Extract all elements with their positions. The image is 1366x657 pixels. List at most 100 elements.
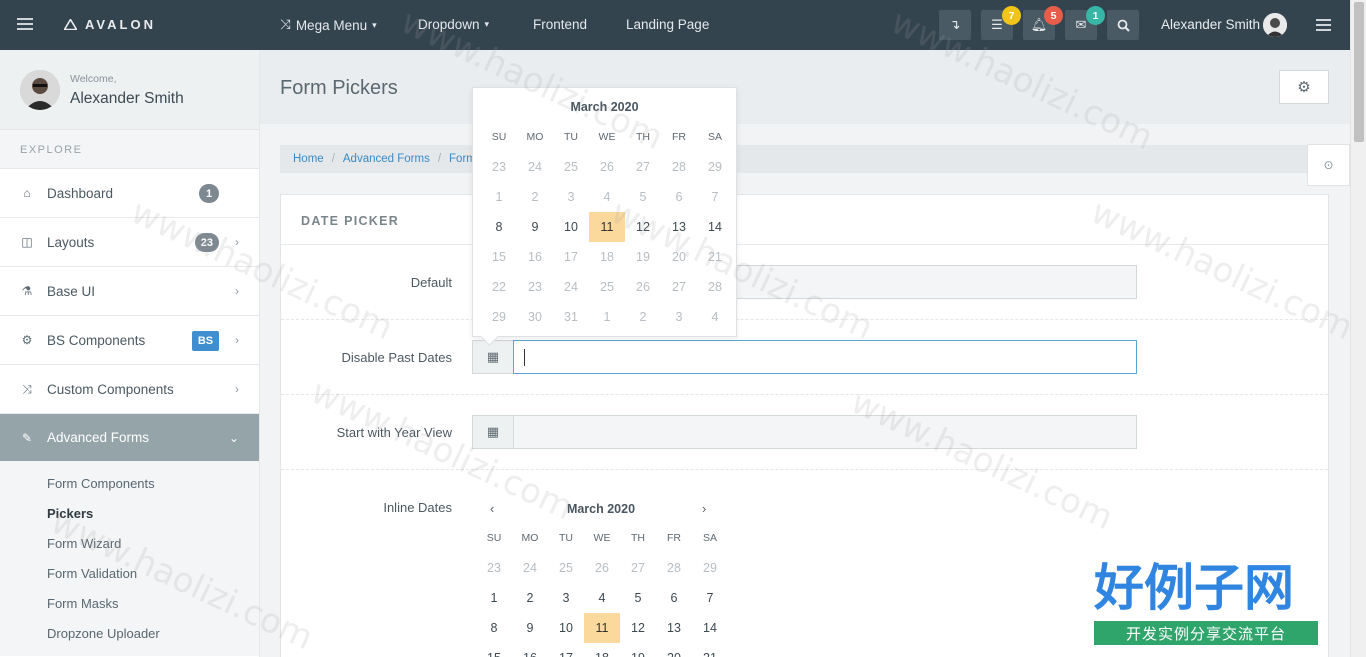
calendar-addon[interactable]: ▦ xyxy=(472,415,513,449)
calendar-day[interactable]: 23 xyxy=(476,553,512,583)
profile-avatar[interactable] xyxy=(20,70,60,110)
calendar-day[interactable]: 2 xyxy=(625,302,661,332)
nav-frontend[interactable]: Frontend xyxy=(533,17,587,32)
calendar-day[interactable]: 22 xyxy=(481,272,517,302)
user-avatar[interactable] xyxy=(1263,13,1287,37)
calendar-day[interactable]: 6 xyxy=(661,182,697,212)
calendar-day[interactable]: 9 xyxy=(512,613,548,643)
sidebar-toggle-icon[interactable] xyxy=(17,18,33,32)
calendar-day[interactable]: 27 xyxy=(661,272,697,302)
user-menu-name[interactable]: Alexander Smith xyxy=(1161,17,1260,32)
calendar-day[interactable]: 14 xyxy=(697,212,733,242)
calendar-day[interactable]: 21 xyxy=(692,643,728,657)
settings-panel-tab[interactable]: ⊙ xyxy=(1307,144,1350,186)
calendar-day[interactable]: 27 xyxy=(625,152,661,182)
submenu-item-dropzone-uploader[interactable]: Dropzone Uploader xyxy=(0,627,259,657)
calendar-day[interactable]: 26 xyxy=(589,152,625,182)
breadcrumb-home[interactable]: Home xyxy=(293,153,324,165)
scrollbar-thumb[interactable] xyxy=(1354,2,1364,142)
calendar-day[interactable]: 29 xyxy=(697,152,733,182)
submenu-item-form-components[interactable]: Form Components xyxy=(0,477,259,507)
calendar-day[interactable]: 13 xyxy=(656,613,692,643)
nav-mega-menu[interactable]: ⤨ Mega Menu ▾ xyxy=(280,17,377,33)
calendar-day[interactable]: 25 xyxy=(589,272,625,302)
submenu-item-form-wizard[interactable]: Form Wizard xyxy=(0,537,259,567)
calendar-day[interactable]: 28 xyxy=(661,152,697,182)
calendar-day[interactable]: 1 xyxy=(481,182,517,212)
brand-logo[interactable]: AVALON xyxy=(64,17,156,32)
calendar-day[interactable]: 26 xyxy=(584,553,620,583)
calendar-day[interactable]: 20 xyxy=(656,643,692,657)
calendar-day[interactable]: 29 xyxy=(481,302,517,332)
calendar-day[interactable]: 16 xyxy=(517,242,553,272)
nav-landing-page[interactable]: Landing Page xyxy=(626,17,709,32)
notifications-button[interactable]: 🔔︎ 5 xyxy=(1023,6,1063,40)
calendar-day[interactable]: 2 xyxy=(517,182,553,212)
sidebar-item-advanced-forms[interactable]: ✎ Advanced Forms ⌄ xyxy=(0,413,259,461)
datepicker-month-title[interactable]: March 2020 xyxy=(473,100,736,114)
calendar-day[interactable]: 6 xyxy=(656,583,692,613)
calendar-day[interactable]: 29 xyxy=(692,553,728,583)
sidebar-item-custom-components[interactable]: ⤨ Custom Components › xyxy=(0,364,259,413)
calendar-day[interactable]: 24 xyxy=(517,152,553,182)
calendar-day-today[interactable]: 11 xyxy=(584,613,620,643)
search-button[interactable] xyxy=(1107,10,1139,40)
calendar-day[interactable]: 10 xyxy=(548,613,584,643)
submenu-item-form-validation[interactable]: Form Validation xyxy=(0,567,259,597)
calendar-day[interactable]: 4 xyxy=(697,302,733,332)
inline-month-title[interactable]: March 2020 xyxy=(476,502,726,516)
nav-dropdown[interactable]: Dropdown ▾ xyxy=(418,17,489,32)
calendar-day[interactable]: 18 xyxy=(589,242,625,272)
calendar-day[interactable]: 12 xyxy=(620,613,656,643)
calendar-day[interactable]: 3 xyxy=(553,182,589,212)
calendar-day[interactable]: 1 xyxy=(476,583,512,613)
calendar-day[interactable]: 15 xyxy=(476,643,512,657)
calendar-day[interactable]: 10 xyxy=(553,212,589,242)
calendar-day[interactable]: 28 xyxy=(697,272,733,302)
calendar-day[interactable]: 16 xyxy=(512,643,548,657)
calendar-day[interactable]: 3 xyxy=(548,583,584,613)
calendar-day[interactable]: 24 xyxy=(553,272,589,302)
calendar-day[interactable]: 17 xyxy=(553,242,589,272)
calendar-day[interactable]: 27 xyxy=(620,553,656,583)
sidebar-item-base-ui[interactable]: ⚗ Base UI › xyxy=(0,266,259,315)
calendar-day[interactable]: 19 xyxy=(620,643,656,657)
calendar-day[interactable]: 5 xyxy=(625,182,661,212)
sidebar-item-bs-components[interactable]: ⚙ BS Components BS › xyxy=(0,315,259,364)
tasks-button[interactable]: ☰ 7 xyxy=(981,6,1021,40)
submenu-item-form-masks[interactable]: Form Masks xyxy=(0,597,259,627)
calendar-day[interactable]: 23 xyxy=(481,152,517,182)
calendar-day[interactable]: 25 xyxy=(553,152,589,182)
next-month-button[interactable]: › xyxy=(702,501,706,516)
calendar-day[interactable]: 12 xyxy=(625,212,661,242)
calendar-day[interactable]: 17 xyxy=(548,643,584,657)
breadcrumb-advanced-forms[interactable]: Advanced Forms xyxy=(343,153,430,165)
calendar-day[interactable]: 8 xyxy=(476,613,512,643)
submenu-item-pickers[interactable]: Pickers xyxy=(0,507,259,537)
calendar-day[interactable]: 21 xyxy=(697,242,733,272)
sidebar-item-dashboard[interactable]: ⌂ Dashboard 1 xyxy=(0,168,259,217)
page-scrollbar[interactable] xyxy=(1350,0,1366,657)
calendar-day[interactable]: 19 xyxy=(625,242,661,272)
calendar-day[interactable]: 28 xyxy=(656,553,692,583)
calendar-day[interactable]: 9 xyxy=(517,212,553,242)
sidebar-item-layouts[interactable]: ◫ Layouts 23 › xyxy=(0,217,259,266)
calendar-day[interactable]: 25 xyxy=(548,553,584,583)
calendar-day[interactable]: 1 xyxy=(589,302,625,332)
calendar-day[interactable]: 4 xyxy=(589,182,625,212)
calendar-day[interactable]: 31 xyxy=(553,302,589,332)
right-panel-toggle-icon[interactable] xyxy=(1316,19,1331,34)
disable-past-dates-input[interactable] xyxy=(513,340,1137,374)
calendar-day[interactable]: 3 xyxy=(661,302,697,332)
calendar-day[interactable]: 23 xyxy=(517,272,553,302)
year-view-date-input[interactable] xyxy=(513,415,1137,449)
calendar-addon[interactable]: ▦ xyxy=(472,340,513,374)
calendar-day[interactable]: 15 xyxy=(481,242,517,272)
settings-button[interactable]: ⚙ xyxy=(1279,70,1329,104)
calendar-day[interactable]: 18 xyxy=(584,643,620,657)
messages-button[interactable]: ✉ 1 xyxy=(1065,6,1105,40)
calendar-day[interactable]: 30 xyxy=(517,302,553,332)
calendar-day[interactable]: 26 xyxy=(625,272,661,302)
calendar-day-today[interactable]: 11 xyxy=(589,212,625,242)
calendar-day[interactable]: 5 xyxy=(620,583,656,613)
